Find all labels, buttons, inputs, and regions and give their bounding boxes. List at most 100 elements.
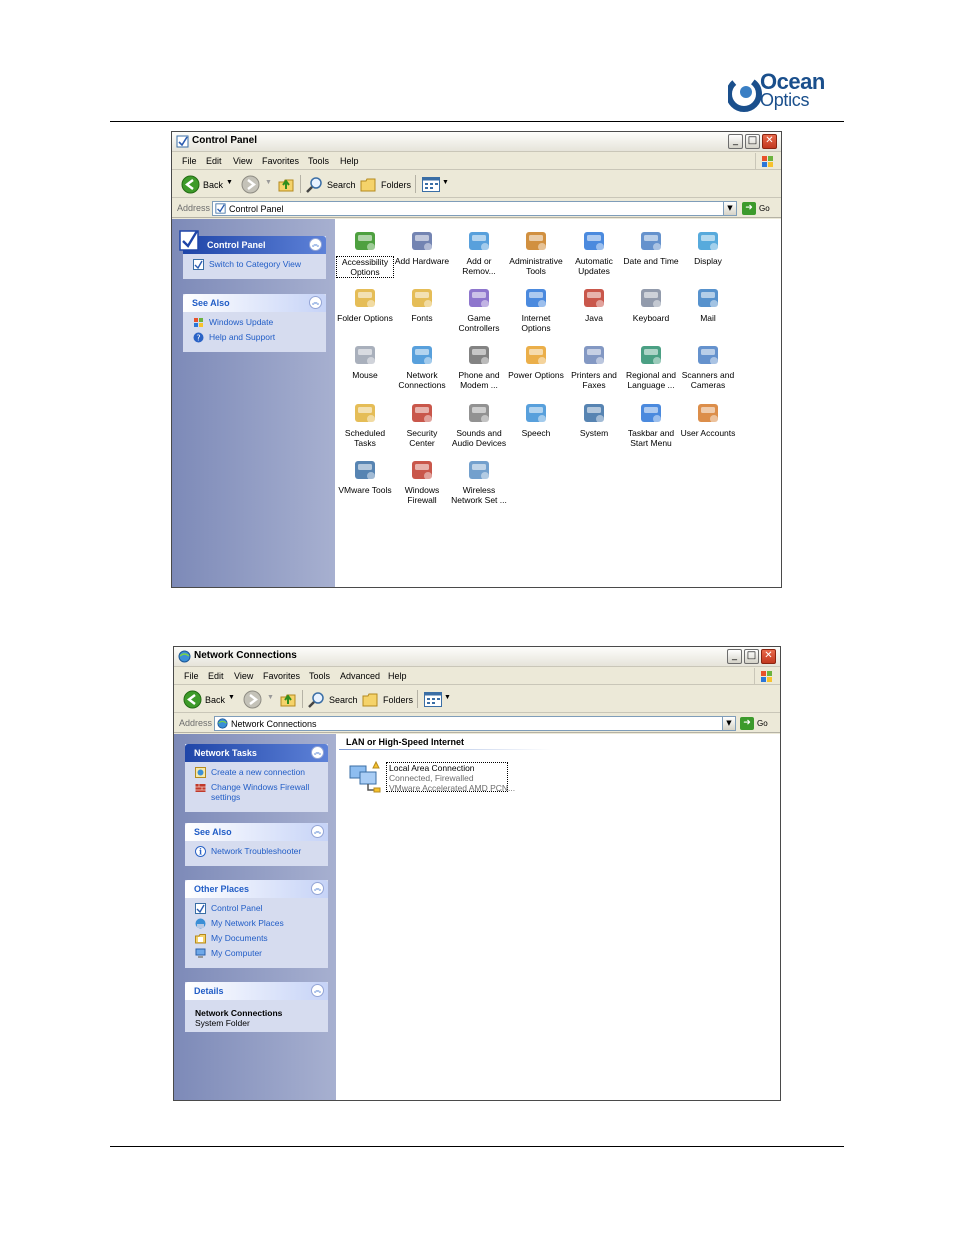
views-dropdown-icon[interactable]: ▼ <box>442 179 449 186</box>
views-icon[interactable] <box>422 177 440 192</box>
cp-item-keyboard[interactable]: Keyboard <box>622 284 680 323</box>
panel-header[interactable]: Other Places ︽ <box>185 880 328 898</box>
windows-update-link[interactable]: Windows Update <box>183 316 326 331</box>
cp-item-internet-options[interactable]: Internet Options <box>507 284 565 333</box>
minimize-button[interactable]: _ <box>728 134 743 149</box>
cp-item-security-center[interactable]: Security Center <box>393 399 451 448</box>
menu-view[interactable]: View <box>234 671 253 681</box>
menu-favorites[interactable]: Favorites <box>262 156 299 166</box>
cp-item-java[interactable]: Java <box>565 284 623 323</box>
collapse-chevron-icon[interactable]: ︽ <box>311 825 324 838</box>
cp-item-display[interactable]: Display <box>679 227 737 266</box>
forward-dropdown-icon[interactable]: ▼ <box>265 179 272 186</box>
menu-view[interactable]: View <box>233 156 252 166</box>
title-bar[interactable]: Control Panel _ □ ✕ <box>172 132 781 152</box>
go-button-label[interactable]: Go <box>757 719 768 728</box>
up-folder-icon[interactable] <box>280 691 297 708</box>
cp-item-folder-options[interactable]: Folder Options <box>336 284 394 323</box>
address-input[interactable]: Network Connections ▼ <box>214 716 736 731</box>
search-button-label[interactable]: Search <box>327 180 356 190</box>
cp-item-system[interactable]: System <box>565 399 623 438</box>
panel-header[interactable]: Control Panel ︽ <box>179 230 326 254</box>
search-icon[interactable] <box>306 176 323 193</box>
folders-icon[interactable] <box>360 176 377 193</box>
cp-item-administrative-tools[interactable]: Administrative Tools <box>507 227 565 276</box>
go-arrow-icon[interactable]: ➜ <box>742 202 756 215</box>
menu-tools[interactable]: Tools <box>309 671 330 681</box>
switch-category-view-link[interactable]: Switch to Category View <box>183 258 326 273</box>
menu-edit[interactable]: Edit <box>206 156 222 166</box>
cp-item-network-connections[interactable]: Network Connections <box>393 341 451 390</box>
back-button-label[interactable]: Back <box>203 180 223 190</box>
title-bar[interactable]: Network Connections _ □ ✕ <box>174 647 780 667</box>
collapse-chevron-icon[interactable]: ︽ <box>311 984 324 997</box>
cp-item-date-and-time[interactable]: Date and Time <box>622 227 680 266</box>
cp-item-printers-and-faxes[interactable]: Printers and Faxes <box>565 341 623 390</box>
collapse-chevron-icon[interactable]: ︽ <box>309 296 322 309</box>
local-area-connection[interactable]: Local Area Connection Connected, Firewal… <box>346 760 516 798</box>
menu-file[interactable]: File <box>182 156 197 166</box>
menu-favorites[interactable]: Favorites <box>263 671 300 681</box>
folders-button-label[interactable]: Folders <box>381 180 411 190</box>
back-arrow-icon[interactable] <box>183 690 202 709</box>
cp-item-add-or-remov[interactable]: Add or Remov... <box>450 227 508 276</box>
panel-header[interactable]: Network Tasks ︽ <box>185 744 328 762</box>
cp-item-automatic-updates[interactable]: Automatic Updates <box>565 227 623 276</box>
cp-item-power-options[interactable]: Power Options <box>507 341 565 380</box>
change-firewall-link[interactable]: Change Windows Firewall settings <box>185 781 315 806</box>
menu-edit[interactable]: Edit <box>208 671 224 681</box>
search-icon[interactable] <box>308 691 325 708</box>
network-troubleshooter-link[interactable]: i Network Troubleshooter <box>185 845 328 860</box>
cp-item-scanners-and-cameras[interactable]: Scanners and Cameras <box>679 341 737 390</box>
address-input[interactable]: Control Panel ▼ <box>212 201 737 216</box>
up-folder-icon[interactable] <box>278 176 295 193</box>
back-button-label[interactable]: Back <box>205 695 225 705</box>
cp-item-speech[interactable]: Speech <box>507 399 565 438</box>
folders-button-label[interactable]: Folders <box>383 695 413 705</box>
forward-arrow-icon[interactable] <box>243 690 262 709</box>
close-button[interactable]: ✕ <box>761 649 776 664</box>
cp-item-vmware-tools[interactable]: VMware Tools <box>336 456 394 495</box>
cp-item-phone-and-modem[interactable]: Phone and Modem ... <box>450 341 508 390</box>
other-place-my-network-places[interactable]: My Network Places <box>185 917 328 932</box>
search-button-label[interactable]: Search <box>329 695 358 705</box>
views-dropdown-icon[interactable]: ▼ <box>444 694 451 701</box>
forward-dropdown-icon[interactable]: ▼ <box>267 694 274 701</box>
cp-item-taskbar-and-start-menu[interactable]: Taskbar and Start Menu <box>622 399 680 448</box>
cp-item-wireless-network-set[interactable]: Wireless Network Set ... <box>450 456 508 505</box>
forward-arrow-icon[interactable] <box>241 175 260 194</box>
cp-item-scheduled-tasks[interactable]: Scheduled Tasks <box>336 399 394 448</box>
back-dropdown-icon[interactable]: ▼ <box>228 694 235 701</box>
back-arrow-icon[interactable] <box>181 175 200 194</box>
cp-item-fonts[interactable]: Fonts <box>393 284 451 323</box>
panel-header[interactable]: See Also ︽ <box>185 823 328 841</box>
other-place-control-panel[interactable]: Control Panel <box>185 902 328 917</box>
menu-file[interactable]: File <box>184 671 199 681</box>
back-dropdown-icon[interactable]: ▼ <box>226 179 233 186</box>
cp-item-regional-and-language[interactable]: Regional and Language ... <box>622 341 680 390</box>
maximize-button[interactable]: □ <box>744 649 759 664</box>
views-icon[interactable] <box>424 692 442 707</box>
cp-item-game-controllers[interactable]: Game Controllers <box>450 284 508 333</box>
go-arrow-icon[interactable]: ➜ <box>740 717 754 730</box>
folders-icon[interactable] <box>362 691 379 708</box>
menu-tools[interactable]: Tools <box>308 156 329 166</box>
collapse-chevron-icon[interactable]: ︽ <box>309 238 322 251</box>
menu-help[interactable]: Help <box>340 156 359 166</box>
collapse-chevron-icon[interactable]: ︽ <box>311 746 324 759</box>
cp-item-mail[interactable]: Mail <box>679 284 737 323</box>
close-button[interactable]: ✕ <box>762 134 777 149</box>
go-button-label[interactable]: Go <box>759 204 770 213</box>
maximize-button[interactable]: □ <box>745 134 760 149</box>
address-dropdown-icon[interactable]: ▼ <box>723 202 736 215</box>
address-dropdown-icon[interactable]: ▼ <box>722 717 735 730</box>
cp-item-add-hardware[interactable]: Add Hardware <box>393 227 451 266</box>
panel-header[interactable]: Details ︽ <box>185 982 328 1000</box>
cp-item-user-accounts[interactable]: User Accounts <box>679 399 737 438</box>
other-place-my-documents[interactable]: My Documents <box>185 932 328 947</box>
cp-item-sounds-and-audio-devices[interactable]: Sounds and Audio Devices <box>450 399 508 448</box>
collapse-chevron-icon[interactable]: ︽ <box>311 882 324 895</box>
cp-item-windows-firewall[interactable]: Windows Firewall <box>393 456 451 505</box>
menu-advanced[interactable]: Advanced <box>340 671 380 681</box>
menu-help[interactable]: Help <box>388 671 407 681</box>
